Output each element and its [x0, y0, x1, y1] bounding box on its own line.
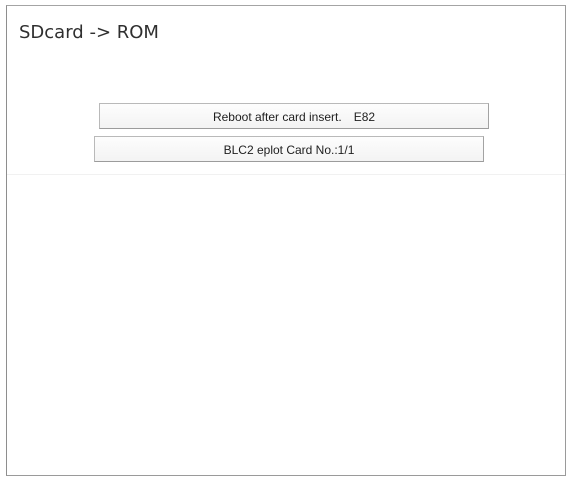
sdcard-rom-window: SDcard -> ROM Reboot after card insert. E… [6, 5, 566, 476]
error-code: E82 [353, 110, 376, 124]
card-number-box: BLC2 eplot Card No.:1/1 [94, 136, 484, 162]
card-number-text: BLC2 eplot Card No.:1/1 [223, 143, 355, 157]
reboot-message-text: Reboot after card insert. [212, 110, 342, 124]
reboot-message-box: Reboot after card insert. E82 [99, 103, 489, 129]
screen-title: SDcard -> ROM [19, 22, 159, 43]
content-divider [7, 174, 565, 175]
